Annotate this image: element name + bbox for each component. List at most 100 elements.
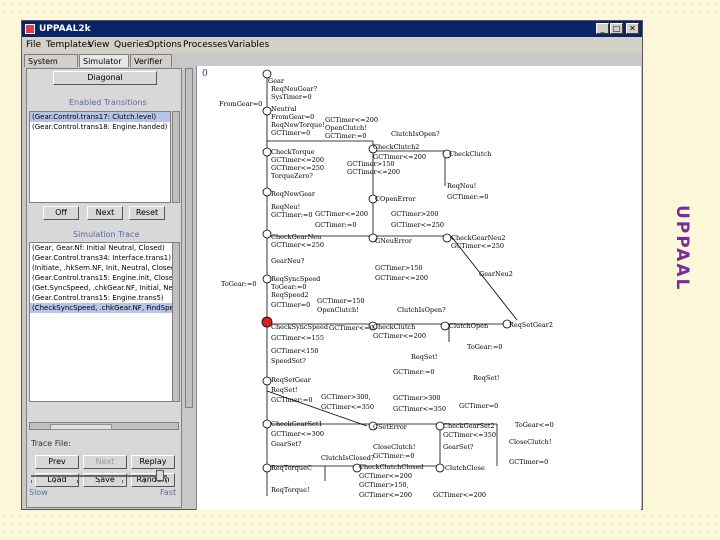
automaton-label: ClutchIsClosed? bbox=[321, 454, 375, 462]
origin-label: 0 bbox=[202, 69, 208, 79]
automaton-label: GCTimer<=200 bbox=[359, 472, 412, 480]
title-bar[interactable]: UPPAAL2k _ □ ✕ bbox=[22, 21, 642, 37]
automaton-label: ReqNewTorque! bbox=[271, 121, 325, 129]
list-item[interactable]: (CheckSyncSpeed, .chkGear.NF, FindSpeed) bbox=[30, 303, 172, 313]
list-item[interactable]: (Gear.Control.trans18: Engine.handed) bbox=[30, 122, 170, 132]
automaton-label: GearSet? bbox=[443, 443, 474, 451]
simulation-trace-title: Simulation Trace bbox=[73, 230, 140, 239]
tab-system-editor[interactable]: System Editor bbox=[24, 54, 78, 79]
automaton-label: ReqNeu! bbox=[447, 182, 476, 190]
automaton-label: CheckGearNeu bbox=[271, 233, 321, 241]
list-item[interactable]: (Gear.Control.trans15: Engine.init, Clos… bbox=[30, 273, 172, 283]
automaton-label: ReqSpeed2 bbox=[271, 291, 309, 299]
list-item[interactable]: (Gear.Control.trans15: Engine.trans5) bbox=[30, 293, 172, 303]
automaton-canvas[interactable]: 0 Gear ReqNeuGear? SysTimer=0 FromGear=0 Neu… bbox=[196, 66, 641, 510]
automaton-label: GCTimer=0 bbox=[271, 129, 310, 137]
menu-variables[interactable]: Variables bbox=[228, 40, 269, 50]
automaton-label: FromGear=0 bbox=[219, 100, 262, 108]
list-item[interactable]: (Get.SyncSpeed, .chkGear.NF, Initial, Ne… bbox=[30, 283, 172, 293]
simulation-trace-scrollbar[interactable] bbox=[172, 242, 180, 402]
automaton-label: Neutral bbox=[271, 105, 296, 113]
trace-next-button[interactable]: Next bbox=[83, 455, 127, 469]
automaton-label: CheckClutchClosed bbox=[359, 463, 424, 471]
automaton-label: ReqTorqueC bbox=[271, 464, 312, 472]
automaton-label: GCTimer>300, bbox=[321, 393, 371, 401]
reset-button[interactable]: Reset bbox=[129, 206, 165, 220]
automaton-label: GCTimer<=250 bbox=[451, 242, 504, 250]
menu-queries[interactable]: Queries bbox=[114, 40, 149, 50]
automaton-label: FromGear=0 bbox=[271, 113, 314, 121]
automaton-label: GCTimer<=350 bbox=[321, 403, 374, 411]
enabled-transitions-title: Enabled Transitions bbox=[69, 98, 147, 107]
automaton-label: ToGear:=0 bbox=[467, 343, 503, 351]
automaton-label: SpeedSet? bbox=[271, 357, 306, 365]
tab-simulator[interactable]: Simulator bbox=[79, 54, 129, 67]
automaton-label: CheckClutch bbox=[373, 323, 415, 331]
automaton-label: CheckClutch bbox=[449, 150, 491, 158]
automaton-label: ReqNeu! bbox=[271, 203, 300, 211]
window-title: UPPAAL2k bbox=[39, 24, 91, 34]
tab-verifier[interactable]: Verifier bbox=[130, 54, 172, 67]
automaton-label: GCTimer=0 bbox=[459, 402, 498, 410]
menu-file[interactable]: File bbox=[26, 40, 41, 50]
menu-options[interactable]: Options bbox=[147, 40, 182, 50]
menu-processes[interactable]: Processes bbox=[183, 40, 227, 50]
automaton-label: GCTimer<=200 bbox=[325, 116, 378, 124]
simulator-left-panel: Diagonal Enabled Transitions (Gear.Contr… bbox=[26, 68, 182, 508]
menu-view[interactable]: View bbox=[88, 40, 109, 50]
automaton-label: ReqSyncSpeed bbox=[271, 275, 320, 283]
automaton-label: OpenClutch! bbox=[325, 124, 367, 132]
prev-button[interactable]: Prev bbox=[35, 455, 79, 469]
automaton-diagram[interactable]: 0 GearReqNeuGear?SysTimer=0FromGear=0Neu… bbox=[197, 66, 641, 510]
automaton-label: GCTimer<=350 bbox=[393, 405, 446, 413]
enabled-transitions-scrollbar[interactable] bbox=[172, 111, 180, 203]
automaton-label: GCTimer<=200 bbox=[359, 491, 412, 499]
process-dropdown[interactable]: Diagonal bbox=[53, 71, 157, 85]
automaton-label: CheckClutch2 bbox=[373, 143, 419, 151]
automaton-label: GCTimer<=250 bbox=[271, 241, 324, 249]
automaton-label: ClutchOpen bbox=[449, 322, 488, 330]
minimize-button[interactable]: _ bbox=[596, 23, 609, 34]
automaton-label: GCTimer<=200 bbox=[347, 168, 400, 176]
automaton-label: GearSet? bbox=[271, 440, 302, 448]
automaton-label: ReqNewGear bbox=[271, 190, 316, 198]
automaton-label: GCTimer:=0 bbox=[315, 221, 356, 229]
automaton-label: GCTimer<=200 bbox=[375, 274, 428, 282]
fast-label: Fast bbox=[160, 488, 177, 497]
list-item[interactable]: (Initiate, .hkSem.NF, Init, Neutral, Clo… bbox=[30, 263, 172, 273]
simulation-trace-list: (Gear, Gear.Nf: Initial Neutral, Closed)… bbox=[29, 242, 173, 402]
automaton-label: GCTimer:=0 bbox=[271, 396, 312, 404]
automaton-label: GCTimer>200 bbox=[391, 210, 439, 218]
off-button[interactable]: Off bbox=[43, 206, 79, 220]
automaton-label: ClutchIsOpen? bbox=[391, 130, 440, 138]
automaton-label: GCTimer=0 bbox=[271, 301, 310, 309]
automaton-label: GCTimer<=300 bbox=[271, 430, 324, 438]
automaton-label: GCTimer>150 bbox=[347, 160, 395, 168]
next-button[interactable]: Next bbox=[87, 206, 123, 220]
automaton-label: GCTimer=0 bbox=[509, 458, 548, 466]
maximize-button[interactable]: □ bbox=[610, 23, 623, 34]
list-item[interactable]: (Gear.Control.trans34: Interface.trans1) bbox=[30, 253, 172, 263]
automaton-label: ReqSetGear2 bbox=[509, 321, 553, 329]
simulation-trace-hscrollbar[interactable] bbox=[29, 422, 179, 430]
automaton-label: ReqSet! bbox=[473, 374, 499, 382]
automaton-label: CheckGearSet2 bbox=[443, 422, 495, 430]
replay-button[interactable]: Replay bbox=[131, 455, 175, 469]
close-button[interactable]: ✕ bbox=[626, 23, 639, 34]
automaton-label: TorqueZero? bbox=[271, 172, 313, 180]
automaton-label: GCTimer>300 bbox=[393, 394, 441, 402]
automaton-label: CheckSyncSpeed bbox=[271, 323, 328, 331]
speed-slider[interactable] bbox=[156, 470, 165, 481]
speed-slider-track bbox=[31, 475, 167, 477]
left-panel-scrollbar[interactable] bbox=[185, 68, 193, 408]
automaton-label: OpenClutch! bbox=[317, 306, 359, 314]
automaton-label: ReqSet! bbox=[411, 353, 437, 361]
automaton-label: ReqTorque! bbox=[271, 486, 310, 494]
list-item[interactable]: (Gear, Gear.Nf: Initial Neutral, Closed) bbox=[30, 243, 172, 253]
automaton-label: GCTimer<=200 bbox=[271, 156, 324, 164]
list-item[interactable]: (Gear.Control.trans17: Clutch.level) bbox=[30, 112, 170, 122]
uppaal-logo: UPPAAL bbox=[672, 205, 692, 292]
automaton-label: CheckTorque bbox=[271, 148, 315, 156]
automaton-label: GCTimer<=350 bbox=[443, 431, 496, 439]
menu-templates[interactable]: Templates bbox=[46, 40, 92, 50]
